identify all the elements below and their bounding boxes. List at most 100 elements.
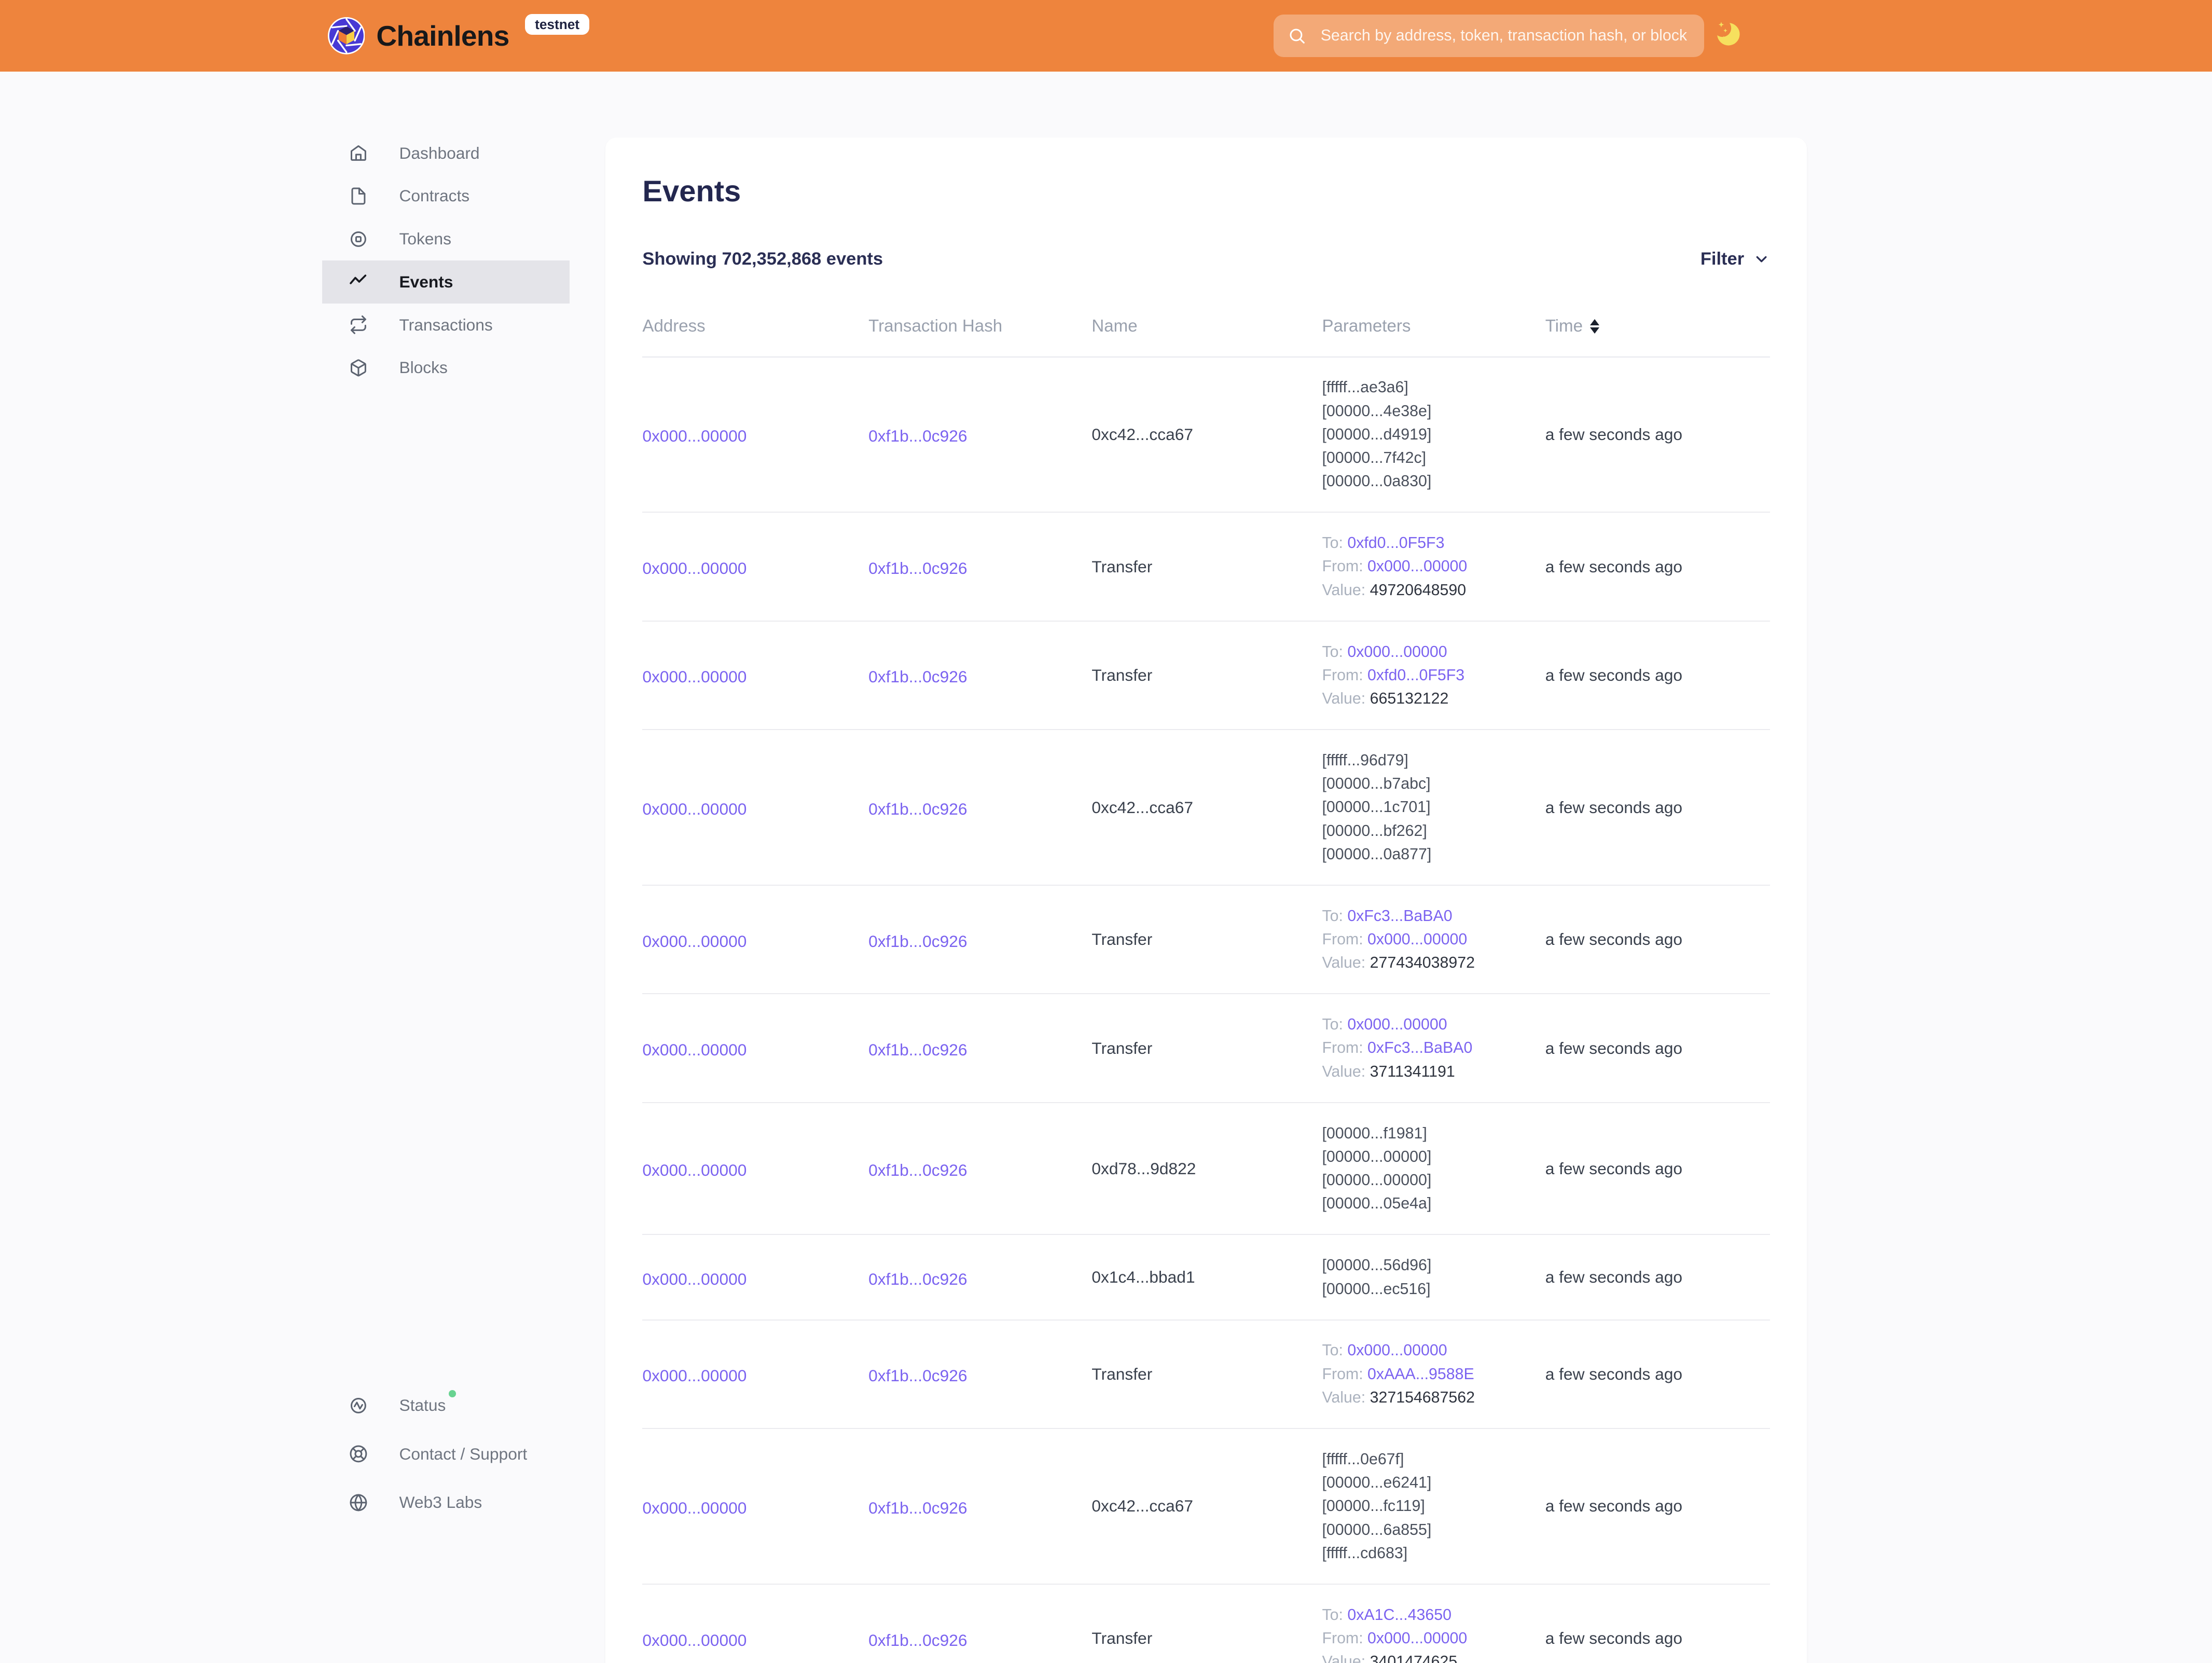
brand-home-link[interactable]: Chainlens testnet: [328, 0, 590, 72]
search-input[interactable]: [1318, 25, 1690, 46]
column-header-address: Address: [642, 317, 868, 336]
table-row: 0x000...00000 0xf1b...0c926 Transfer To:…: [642, 994, 1769, 1103]
parameter-line: [00000...bf262]: [1322, 819, 1545, 843]
chevron-down-icon: [1753, 251, 1770, 268]
chainlens-app: Chainlens testnet Dashb: [0, 0, 2212, 1663]
parameter-line: Value: 3711341191: [1322, 1060, 1545, 1083]
parameter-line: [fffff...cd683]: [1322, 1542, 1545, 1565]
tx-hash-link[interactable]: 0xf1b...0c926: [868, 1270, 967, 1288]
from-address-link[interactable]: 0x000...00000: [1367, 931, 1467, 948]
from-address-link[interactable]: 0xFc3...BaBA0: [1367, 1039, 1472, 1056]
to-address-link[interactable]: 0xFc3...BaBA0: [1347, 908, 1452, 925]
parameter-value: 3401474625: [1370, 1653, 1458, 1663]
parameter-label: To:: [1322, 1016, 1347, 1033]
event-parameters: [fffff...96d79][00000...b7abc][00000...1…: [1322, 749, 1545, 866]
from-address-link[interactable]: 0xAAA...9588E: [1367, 1366, 1474, 1383]
token-icon: [349, 230, 368, 249]
tx-hash-link[interactable]: 0xf1b...0c926: [868, 932, 967, 951]
event-parameters: To: 0x000...00000 From: 0xFc3...BaBA0Valu…: [1322, 1013, 1545, 1083]
parameter-line: To: 0x000...00000: [1322, 640, 1545, 664]
address-link[interactable]: 0x000...00000: [642, 1366, 746, 1385]
sidebar-item-web3-labs[interactable]: Web3 Labs: [322, 1478, 570, 1527]
sidebar-item-label: Web3 Labs: [399, 1493, 482, 1512]
event-name: Transfer: [1091, 1039, 1322, 1058]
address-link[interactable]: 0x000...00000: [642, 1499, 746, 1517]
parameter-line: From: 0x000...00000: [1322, 555, 1545, 578]
event-name: Transfer: [1091, 666, 1322, 685]
brand-name: Chainlens: [376, 19, 509, 52]
to-address-link[interactable]: 0x000...00000: [1347, 643, 1447, 661]
parameter-label: From:: [1322, 667, 1367, 684]
to-address-link[interactable]: 0xA1C...43650: [1347, 1606, 1451, 1624]
sidebar-item-tokens[interactable]: Tokens: [322, 217, 570, 260]
event-parameters: To: 0xFc3...BaBA0From: 0x000...00000Valu…: [1322, 904, 1545, 975]
sidebar-item-blocks[interactable]: Blocks: [322, 346, 570, 389]
parameter-line: [00000...00000]: [1322, 1145, 1545, 1169]
parameter-label: To:: [1322, 643, 1347, 661]
address-link[interactable]: 0x000...00000: [642, 1631, 746, 1650]
tx-hash-link[interactable]: 0xf1b...0c926: [868, 667, 967, 686]
tx-hash-link[interactable]: 0xf1b...0c926: [868, 427, 967, 445]
event-time: a few seconds ago: [1545, 1496, 1770, 1516]
parameter-line: From: 0xFc3...BaBA0: [1322, 1036, 1545, 1060]
sidebar-item-label: Contracts: [399, 186, 469, 205]
tx-hash-link[interactable]: 0xf1b...0c926: [868, 1499, 967, 1517]
from-address-link[interactable]: 0x000...00000: [1367, 1630, 1467, 1647]
tx-hash-link[interactable]: 0xf1b...0c926: [868, 1631, 967, 1650]
sidebar-item-events[interactable]: Events: [322, 260, 570, 304]
address-link[interactable]: 0x000...00000: [642, 427, 746, 445]
tx-hash-link[interactable]: 0xf1b...0c926: [868, 559, 967, 578]
activity-icon: [349, 272, 368, 291]
address-link[interactable]: 0x000...00000: [642, 1040, 746, 1059]
event-name: 0xd78...9d822: [1091, 1159, 1322, 1178]
to-address-link[interactable]: 0x000...00000: [1347, 1016, 1447, 1033]
address-link[interactable]: 0x000...00000: [642, 667, 746, 686]
sidebar-item-contact-support[interactable]: Contact / Support: [322, 1430, 570, 1478]
sidebar-item-status[interactable]: Status: [322, 1381, 570, 1430]
search-box[interactable]: [1274, 15, 1704, 58]
tx-hash-link[interactable]: 0xf1b...0c926: [868, 800, 967, 818]
parameter-line: To: 0xFc3...BaBA0: [1322, 904, 1545, 928]
page-title: Events: [642, 172, 1769, 212]
time-sort-icon[interactable]: [1590, 319, 1599, 334]
sidebar-item-label: Contact / Support: [399, 1445, 527, 1464]
event-name: 0x1c4...bbad1: [1091, 1268, 1322, 1287]
event-parameters: To: 0xfd0...0F5F3From: 0x000...00000Valu…: [1322, 531, 1545, 602]
to-address-link[interactable]: 0x000...00000: [1347, 1342, 1447, 1359]
address-link[interactable]: 0x000...00000: [642, 932, 746, 951]
from-address-link[interactable]: 0x000...00000: [1367, 558, 1467, 575]
address-link[interactable]: 0x000...00000: [642, 1161, 746, 1179]
sidebar-item-dashboard[interactable]: Dashboard: [322, 132, 570, 175]
address-link[interactable]: 0x000...00000: [642, 800, 746, 818]
parameter-line: To: 0xfd0...0F5F3: [1322, 531, 1545, 555]
repeat-icon: [349, 315, 368, 334]
to-address-link[interactable]: 0xfd0...0F5F3: [1347, 534, 1444, 552]
parameter-line: [00000...0a830]: [1322, 470, 1545, 493]
event-parameters: To: 0xA1C...43650From: 0x000...00000Valu…: [1322, 1603, 1545, 1663]
address-link[interactable]: 0x000...00000: [642, 559, 746, 578]
address-link[interactable]: 0x000...00000: [642, 1270, 746, 1288]
tx-hash-link[interactable]: 0xf1b...0c926: [868, 1161, 967, 1179]
events-table-body: 0x000...00000 0xf1b...0c926 0xc42...cca6…: [642, 358, 1769, 1663]
from-address-link[interactable]: 0xfd0...0F5F3: [1367, 667, 1464, 684]
sidebar-item-label: Status: [399, 1396, 455, 1415]
parameter-value: 49720648590: [1370, 582, 1467, 599]
file-icon: [349, 187, 368, 205]
parameter-line: [00000...d4919]: [1322, 423, 1545, 446]
filter-button[interactable]: Filter: [1701, 249, 1770, 269]
home-icon: [349, 144, 368, 162]
table-row: 0x000...00000 0xf1b...0c926 0xc42...cca6…: [642, 358, 1769, 513]
parameter-line: [fffff...0e67f]: [1322, 1448, 1545, 1471]
sort-ascending-arrow: [1590, 319, 1599, 325]
parameter-line: [00000...05e4a]: [1322, 1192, 1545, 1215]
sidebar-item-label: Tokens: [399, 229, 451, 249]
event-parameters: [fffff...ae3a6][00000...4e38e][00000...d…: [1322, 376, 1545, 493]
tx-hash-link[interactable]: 0xf1b...0c926: [868, 1366, 967, 1385]
sidebar-item-contracts[interactable]: Contracts: [322, 174, 570, 217]
parameter-line: [00000...6a855]: [1322, 1518, 1545, 1542]
theme-toggle-button[interactable]: [1712, 19, 1744, 50]
parameter-line: [00000...fc119]: [1322, 1494, 1545, 1518]
sidebar-item-transactions[interactable]: Transactions: [322, 304, 570, 347]
parameter-label: To:: [1322, 1606, 1347, 1624]
tx-hash-link[interactable]: 0xf1b...0c926: [868, 1040, 967, 1059]
